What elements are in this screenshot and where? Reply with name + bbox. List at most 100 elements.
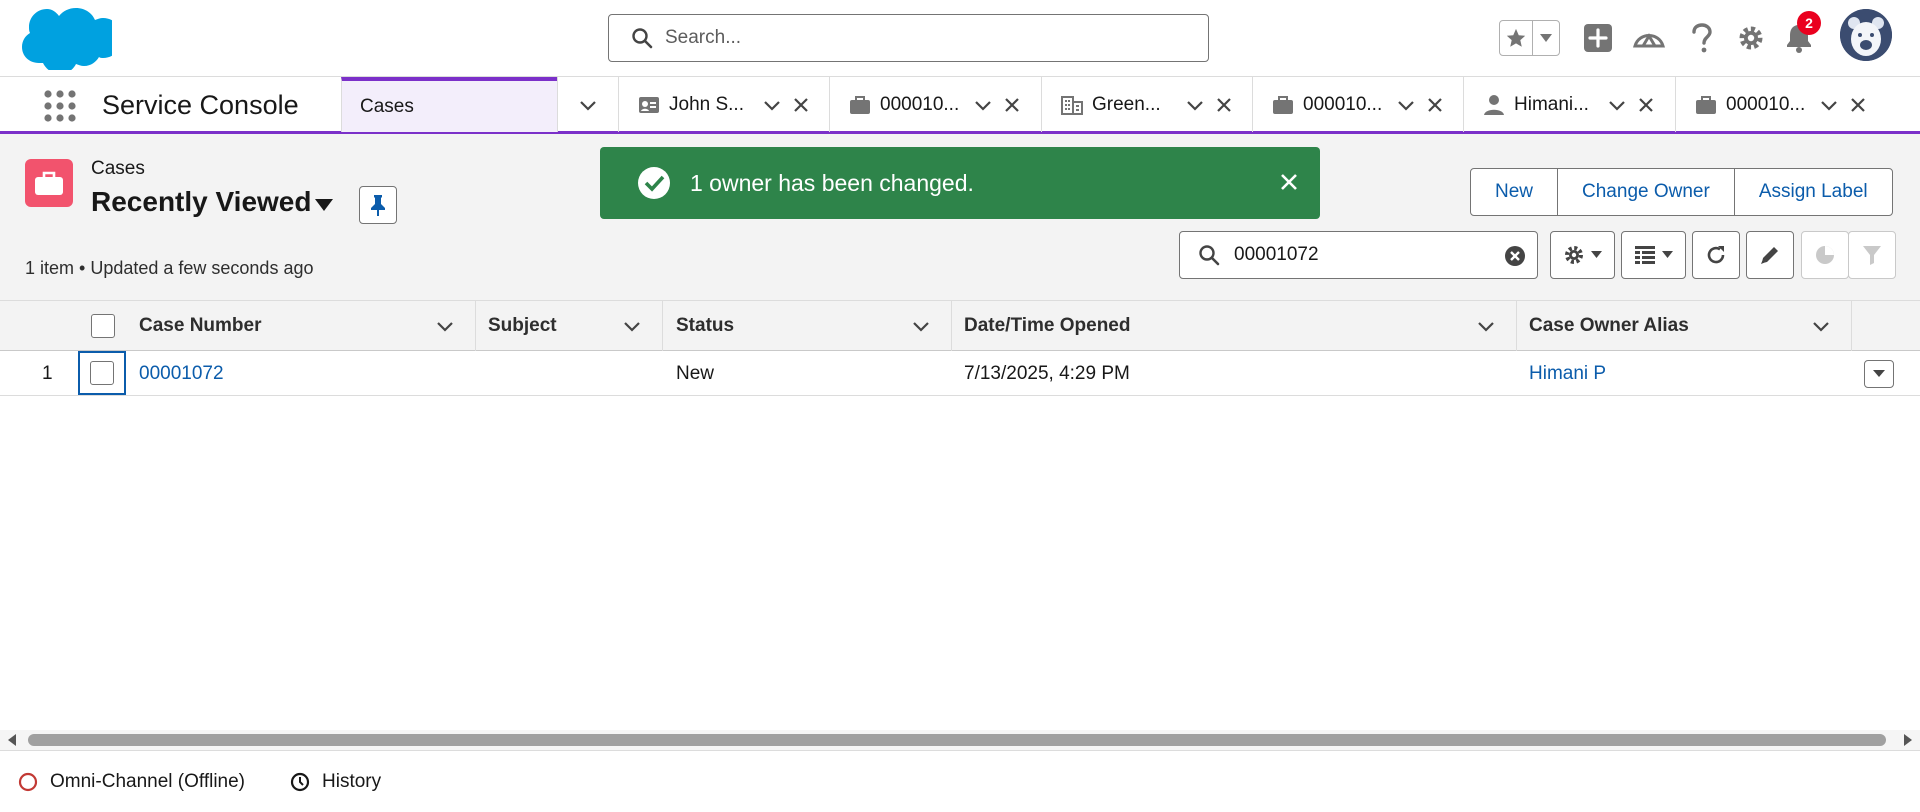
tab-label: John S... xyxy=(669,93,744,115)
pin-icon xyxy=(371,195,385,216)
column-header-owner-alias[interactable]: Case Owner Alias xyxy=(1517,301,1852,351)
close-tab-icon[interactable] xyxy=(1214,95,1234,115)
tab-cases-menu[interactable] xyxy=(557,77,618,132)
filters-button[interactable] xyxy=(1848,231,1896,279)
list-search-value: 00001072 xyxy=(1234,244,1319,265)
app-launcher-icon[interactable] xyxy=(42,88,78,124)
chevron-down-icon[interactable] xyxy=(622,316,642,336)
horizontal-scrollbar[interactable] xyxy=(0,730,1920,750)
chevron-down-icon[interactable] xyxy=(1476,316,1496,336)
filter-icon xyxy=(1863,246,1881,265)
global-actions-icon[interactable] xyxy=(1580,20,1616,56)
owner-alias-link[interactable]: Himani P xyxy=(1529,363,1606,385)
search-icon xyxy=(632,28,653,49)
new-button[interactable]: New xyxy=(1471,169,1557,215)
change-owner-button[interactable]: Change Owner xyxy=(1557,169,1734,215)
case-object-icon xyxy=(25,159,73,207)
column-header-subject[interactable]: Subject xyxy=(476,301,663,351)
clear-search-icon[interactable] xyxy=(1503,244,1527,268)
guidance-center-icon[interactable] xyxy=(1631,20,1667,56)
close-tab-icon[interactable] xyxy=(1002,95,1022,115)
column-label: Case Number xyxy=(139,315,262,336)
scroll-left-icon[interactable] xyxy=(7,734,17,746)
refresh-button[interactable] xyxy=(1692,231,1740,279)
tab-label: 000010... xyxy=(1726,93,1806,115)
global-search-box[interactable]: Search... xyxy=(608,14,1209,62)
utility-bar: Omni-Channel (Offline) History xyxy=(0,750,1920,812)
omni-channel-label: Omni-Channel (Offline) xyxy=(50,771,246,792)
search-icon xyxy=(1199,245,1220,266)
favorites-menu-icon[interactable] xyxy=(1533,21,1559,55)
list-view-meta: 1 item • Updated a few seconds ago xyxy=(25,258,314,278)
chevron-down-icon[interactable] xyxy=(1185,95,1205,115)
table-empty-area xyxy=(0,396,1920,740)
list-settings-button[interactable] xyxy=(1550,231,1615,279)
case-briefcase-icon xyxy=(848,93,872,117)
close-toast-icon[interactable] xyxy=(1278,171,1300,193)
row-actions-button[interactable] xyxy=(1864,360,1894,388)
close-tab-icon[interactable] xyxy=(1636,95,1656,115)
case-briefcase-icon xyxy=(1694,93,1718,117)
scroll-right-icon[interactable] xyxy=(1903,734,1913,746)
tab-case-3[interactable]: 000010... xyxy=(1675,77,1887,132)
tab-user-himani[interactable]: Himani... xyxy=(1463,77,1675,132)
list-search-input[interactable]: 00001072 xyxy=(1179,231,1538,279)
favorites-button[interactable] xyxy=(1499,20,1560,56)
global-header: Search... 2 xyxy=(0,0,1920,76)
chevron-down-icon[interactable] xyxy=(435,316,455,336)
history-label: History xyxy=(322,771,382,792)
column-header-case-number[interactable]: Case Number xyxy=(128,301,476,351)
star-icon[interactable] xyxy=(1500,21,1534,55)
chevron-down-icon[interactable] xyxy=(762,95,782,115)
chevron-down-icon[interactable] xyxy=(1607,95,1627,115)
table-row[interactable]: 1 00001072 New 7/13/2025, 4:29 PM Himani… xyxy=(0,351,1920,396)
tab-label: Green... xyxy=(1092,93,1161,115)
case-number-link[interactable]: 00001072 xyxy=(139,363,224,385)
success-check-icon xyxy=(638,167,670,199)
chevron-down-icon xyxy=(1873,370,1885,377)
tab-contact-john[interactable]: John S... xyxy=(618,77,829,132)
pin-list-view-button[interactable] xyxy=(359,186,397,224)
omni-channel-item[interactable]: Omni-Channel (Offline) xyxy=(18,771,245,793)
close-tab-icon[interactable] xyxy=(1425,95,1445,115)
column-header-date-opened[interactable]: Date/Time Opened xyxy=(952,301,1517,351)
chevron-down-icon[interactable] xyxy=(578,95,598,115)
select-all-checkbox[interactable] xyxy=(91,314,115,338)
tab-label: Himani... xyxy=(1514,93,1589,115)
chevron-down-icon[interactable] xyxy=(911,316,931,336)
chevron-down-icon[interactable] xyxy=(1396,95,1416,115)
setup-gear-icon[interactable] xyxy=(1733,20,1769,56)
display-as-button[interactable] xyxy=(1621,231,1686,279)
list-view-panel: Cases Recently Viewed 1 item • Updated a… xyxy=(0,134,1920,750)
tab-label: Cases xyxy=(360,95,414,117)
contact-card-icon xyxy=(637,93,661,117)
case-briefcase-icon xyxy=(1271,93,1295,117)
list-actions: New Change Owner Assign Label xyxy=(1470,168,1893,216)
charts-button[interactable] xyxy=(1801,231,1849,279)
user-avatar[interactable] xyxy=(1840,9,1892,61)
tab-account-green[interactable]: Green... xyxy=(1041,77,1252,132)
chevron-down-icon[interactable] xyxy=(1811,316,1831,336)
chevron-down-icon xyxy=(1662,251,1673,258)
pie-chart-icon xyxy=(1816,246,1834,264)
close-tab-icon[interactable] xyxy=(791,95,811,115)
list-view-picker-icon[interactable] xyxy=(314,198,334,212)
salesforce-logo[interactable] xyxy=(22,8,112,70)
inline-edit-button[interactable] xyxy=(1746,231,1794,279)
column-header-status[interactable]: Status xyxy=(663,301,952,351)
tab-case-2[interactable]: 000010... xyxy=(1252,77,1463,132)
tab-cases[interactable]: Cases xyxy=(341,77,557,132)
row-select-cell[interactable] xyxy=(78,351,126,395)
toast-message: 1 owner has been changed. xyxy=(690,169,974,196)
history-item[interactable]: History xyxy=(290,771,381,793)
list-view-name[interactable]: Recently Viewed xyxy=(91,186,311,218)
help-icon[interactable] xyxy=(1684,20,1720,56)
chevron-down-icon[interactable] xyxy=(973,95,993,115)
tab-case-1[interactable]: 000010... xyxy=(829,77,1041,132)
row-checkbox[interactable] xyxy=(90,361,114,385)
assign-label-button[interactable]: Assign Label xyxy=(1733,169,1892,215)
close-tab-icon[interactable] xyxy=(1848,95,1868,115)
scrollbar-thumb[interactable] xyxy=(28,734,1886,746)
row-number: 1 xyxy=(42,363,53,384)
chevron-down-icon[interactable] xyxy=(1819,95,1839,115)
